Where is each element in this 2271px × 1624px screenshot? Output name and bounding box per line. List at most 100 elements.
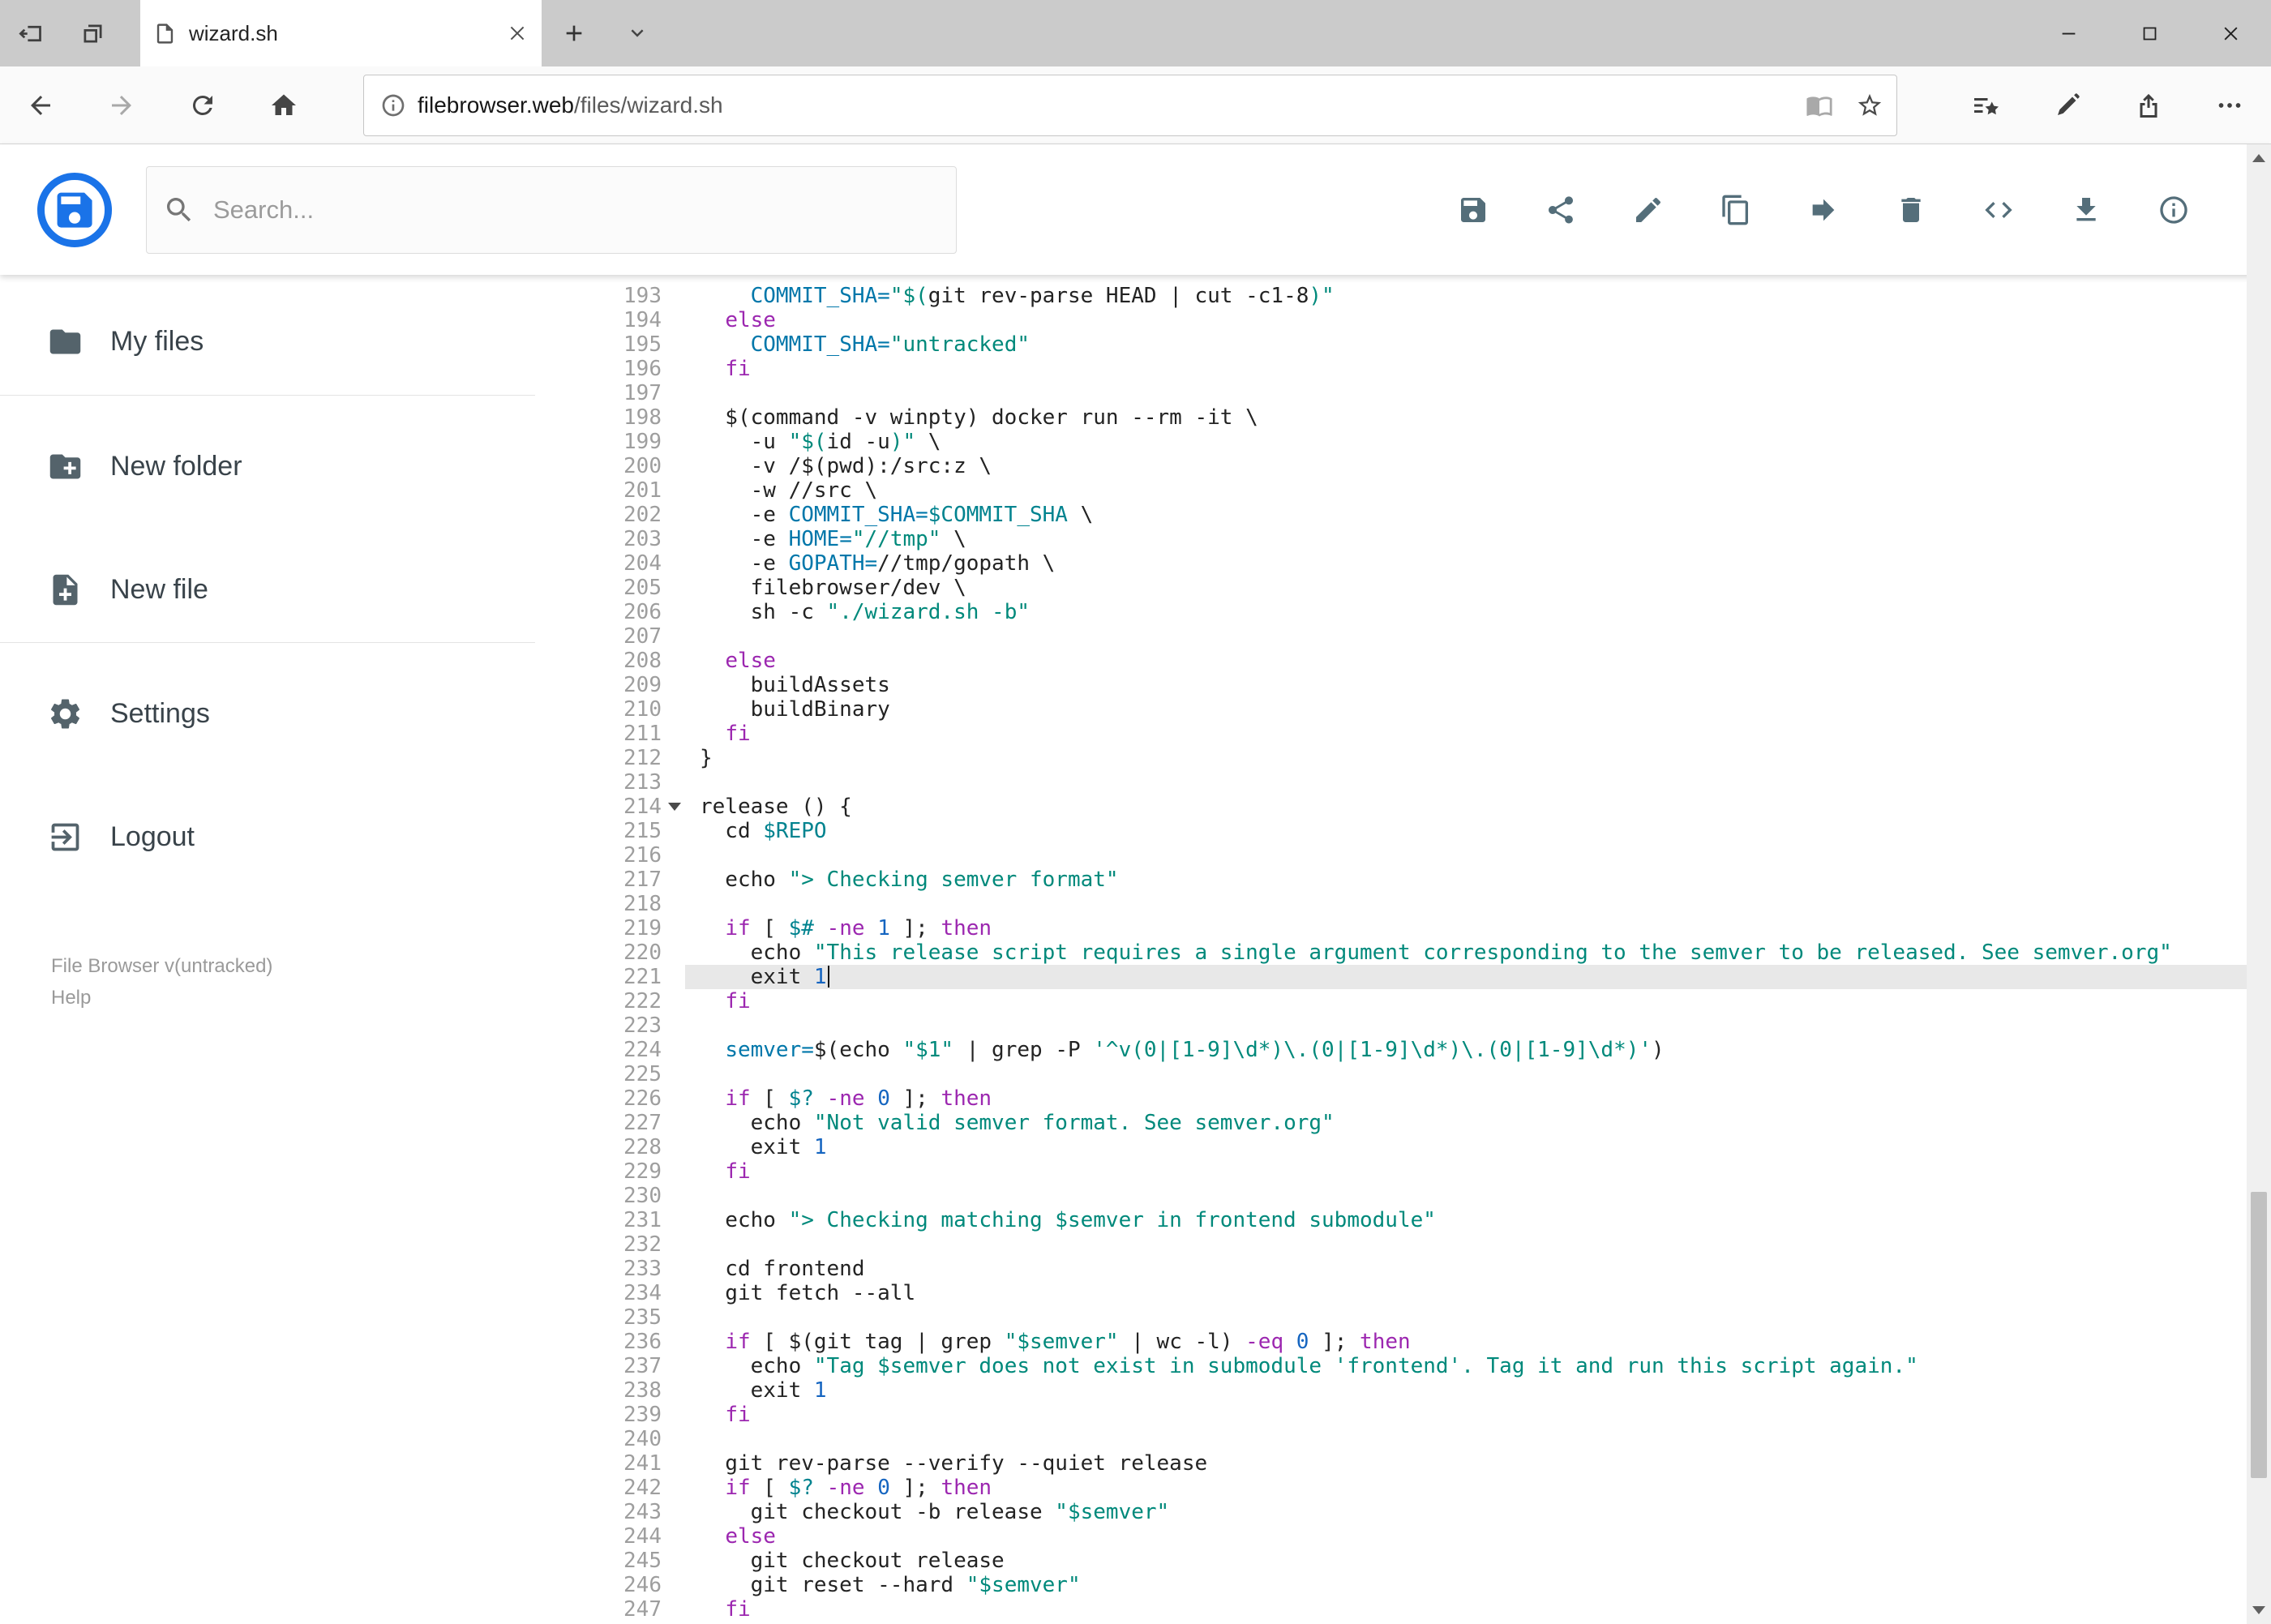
code-text[interactable] bbox=[685, 770, 2271, 795]
fold-marker-icon[interactable] bbox=[668, 803, 681, 811]
tab-preview-chevron-button[interactable] bbox=[606, 0, 668, 66]
help-link[interactable]: Help bbox=[51, 982, 272, 1013]
line-number: 215 bbox=[623, 819, 662, 843]
sidebar-item-new-folder[interactable]: New folder bbox=[47, 426, 242, 507]
code-text[interactable]: filebrowser/dev \ bbox=[685, 576, 2271, 600]
search-box[interactable] bbox=[146, 165, 957, 254]
code-text[interactable]: fi bbox=[685, 989, 2271, 1013]
code-text[interactable]: sh -c "./wizard.sh -b" bbox=[685, 600, 2271, 624]
back-button[interactable] bbox=[0, 66, 81, 144]
scrollbar-thumb[interactable] bbox=[2251, 1192, 2267, 1478]
browser-tab[interactable]: wizard.sh bbox=[140, 0, 542, 66]
code-text[interactable] bbox=[685, 1427, 2271, 1451]
scrollbar-up-button[interactable] bbox=[2247, 144, 2271, 172]
code-text[interactable]: cd frontend bbox=[685, 1257, 2271, 1281]
share-page-button[interactable] bbox=[2108, 66, 2189, 144]
code-text[interactable]: else bbox=[685, 649, 2271, 673]
web-notes-button[interactable] bbox=[2027, 66, 2108, 144]
code-view-button[interactable] bbox=[1982, 194, 2015, 226]
save-button[interactable] bbox=[1457, 194, 1489, 226]
code-text[interactable] bbox=[685, 892, 2271, 916]
code-text[interactable]: git reset --hard "$semver" bbox=[685, 1573, 2271, 1597]
code-text[interactable] bbox=[685, 1305, 2271, 1330]
code-text[interactable]: exit 1 bbox=[685, 965, 2271, 989]
code-text[interactable] bbox=[685, 843, 2271, 868]
code-text[interactable]: echo "> Checking matching $semver in fro… bbox=[685, 1208, 2271, 1232]
code-text[interactable] bbox=[685, 1062, 2271, 1086]
code-text[interactable]: echo "Tag $semver does not exist in subm… bbox=[685, 1354, 2271, 1378]
code-text[interactable]: else bbox=[685, 308, 2271, 332]
code-text[interactable]: echo "This release script requires a sin… bbox=[685, 941, 2271, 965]
scrollbar-down-button[interactable] bbox=[2247, 1596, 2271, 1624]
refresh-button[interactable] bbox=[162, 66, 243, 144]
code-text[interactable]: else bbox=[685, 1524, 2271, 1549]
site-info-button[interactable] bbox=[380, 92, 406, 118]
code-text[interactable]: -u "$(id -u)" \ bbox=[685, 430, 2271, 454]
code-text[interactable]: -e HOME="//tmp" \ bbox=[685, 527, 2271, 551]
tabs-preview-button[interactable] bbox=[62, 0, 123, 66]
copy-button[interactable] bbox=[1720, 194, 1752, 226]
sidebar-item-settings[interactable]: Settings bbox=[47, 673, 210, 754]
code-text[interactable]: -v /$(pwd):/src:z \ bbox=[685, 454, 2271, 478]
code-text[interactable]: COMMIT_SHA="$(git rev-parse HEAD | cut -… bbox=[685, 284, 2271, 308]
code-text[interactable]: git fetch --all bbox=[685, 1281, 2271, 1305]
address-bar[interactable]: filebrowser.web/files/wizard.sh bbox=[363, 74, 1897, 136]
code-text[interactable] bbox=[685, 1184, 2271, 1208]
code-text[interactable] bbox=[685, 381, 2271, 405]
code-text[interactable]: git checkout -b release "$semver" bbox=[685, 1500, 2271, 1524]
code-text[interactable] bbox=[685, 1232, 2271, 1257]
code-text[interactable]: git checkout release bbox=[685, 1549, 2271, 1573]
more-options-button[interactable] bbox=[2189, 66, 2270, 144]
code-text[interactable]: fi bbox=[685, 722, 2271, 746]
code-text[interactable]: if [ $# -ne 1 ]; then bbox=[685, 916, 2271, 941]
code-text[interactable]: echo "Not valid semver format. See semve… bbox=[685, 1111, 2271, 1135]
set-tabs-aside-button[interactable] bbox=[0, 0, 62, 66]
code-text[interactable]: -w //src \ bbox=[685, 478, 2271, 503]
sidebar-item-label: New file bbox=[110, 573, 208, 605]
search-input[interactable] bbox=[213, 195, 911, 225]
filebrowser-logo[interactable] bbox=[36, 172, 113, 248]
delete-button[interactable] bbox=[1895, 194, 1927, 226]
code-text[interactable]: fi bbox=[685, 1597, 2271, 1622]
code-text[interactable]: exit 1 bbox=[685, 1378, 2271, 1403]
download-button[interactable] bbox=[2070, 194, 2102, 226]
close-window-button[interactable] bbox=[2190, 0, 2271, 66]
sidebar-item-new-file[interactable]: New file bbox=[47, 549, 208, 630]
code-text[interactable]: fi bbox=[685, 357, 2271, 381]
maximize-button[interactable] bbox=[2109, 0, 2190, 66]
new-tab-button[interactable] bbox=[542, 0, 606, 66]
code-text[interactable]: buildAssets bbox=[685, 673, 2271, 697]
code-text[interactable]: } bbox=[685, 746, 2271, 770]
info-button[interactable] bbox=[2157, 194, 2190, 226]
code-text[interactable]: -e GOPATH=//tmp/gopath \ bbox=[685, 551, 2271, 576]
reading-view-button[interactable] bbox=[1806, 92, 1833, 119]
sidebar-item-logout[interactable]: Logout bbox=[47, 796, 195, 877]
code-text[interactable]: if [ $? -ne 0 ]; then bbox=[685, 1476, 2271, 1500]
sidebar-item-my-files[interactable]: My files bbox=[47, 301, 204, 382]
hub-favorites-button[interactable] bbox=[1946, 66, 2027, 144]
move-button[interactable] bbox=[1807, 194, 1840, 226]
add-favorite-button[interactable] bbox=[1856, 92, 1883, 119]
forward-button[interactable] bbox=[81, 66, 162, 144]
minimize-button[interactable] bbox=[2028, 0, 2109, 66]
code-text[interactable]: exit 1 bbox=[685, 1135, 2271, 1159]
code-text[interactable]: semver=$(echo "$1" | grep -P '^v(0|[1-9]… bbox=[685, 1038, 2271, 1062]
home-button[interactable] bbox=[243, 66, 324, 144]
code-text[interactable]: buildBinary bbox=[685, 697, 2271, 722]
code-text[interactable]: git rev-parse --verify --quiet release bbox=[685, 1451, 2271, 1476]
code-text[interactable]: if [ $(git tag | grep "$semver" | wc -l)… bbox=[685, 1330, 2271, 1354]
code-text[interactable]: fi bbox=[685, 1403, 2271, 1427]
share-button[interactable] bbox=[1545, 194, 1577, 226]
code-text[interactable] bbox=[685, 624, 2271, 649]
code-text[interactable]: COMMIT_SHA="untracked" bbox=[685, 332, 2271, 357]
edit-button[interactable] bbox=[1632, 194, 1665, 226]
code-text[interactable]: echo "> Checking semver format" bbox=[685, 868, 2271, 892]
code-text[interactable]: release () { bbox=[685, 795, 2271, 819]
code-text[interactable]: if [ $? -ne 0 ]; then bbox=[685, 1086, 2271, 1111]
code-text[interactable]: -e COMMIT_SHA=$COMMIT_SHA \ bbox=[685, 503, 2271, 527]
code-text[interactable]: $(command -v winpty) docker run --rm -it… bbox=[685, 405, 2271, 430]
code-text[interactable]: cd $REPO bbox=[685, 819, 2271, 843]
code-text[interactable] bbox=[685, 1013, 2271, 1038]
code-text[interactable]: fi bbox=[685, 1159, 2271, 1184]
tab-close-button[interactable] bbox=[506, 22, 529, 45]
